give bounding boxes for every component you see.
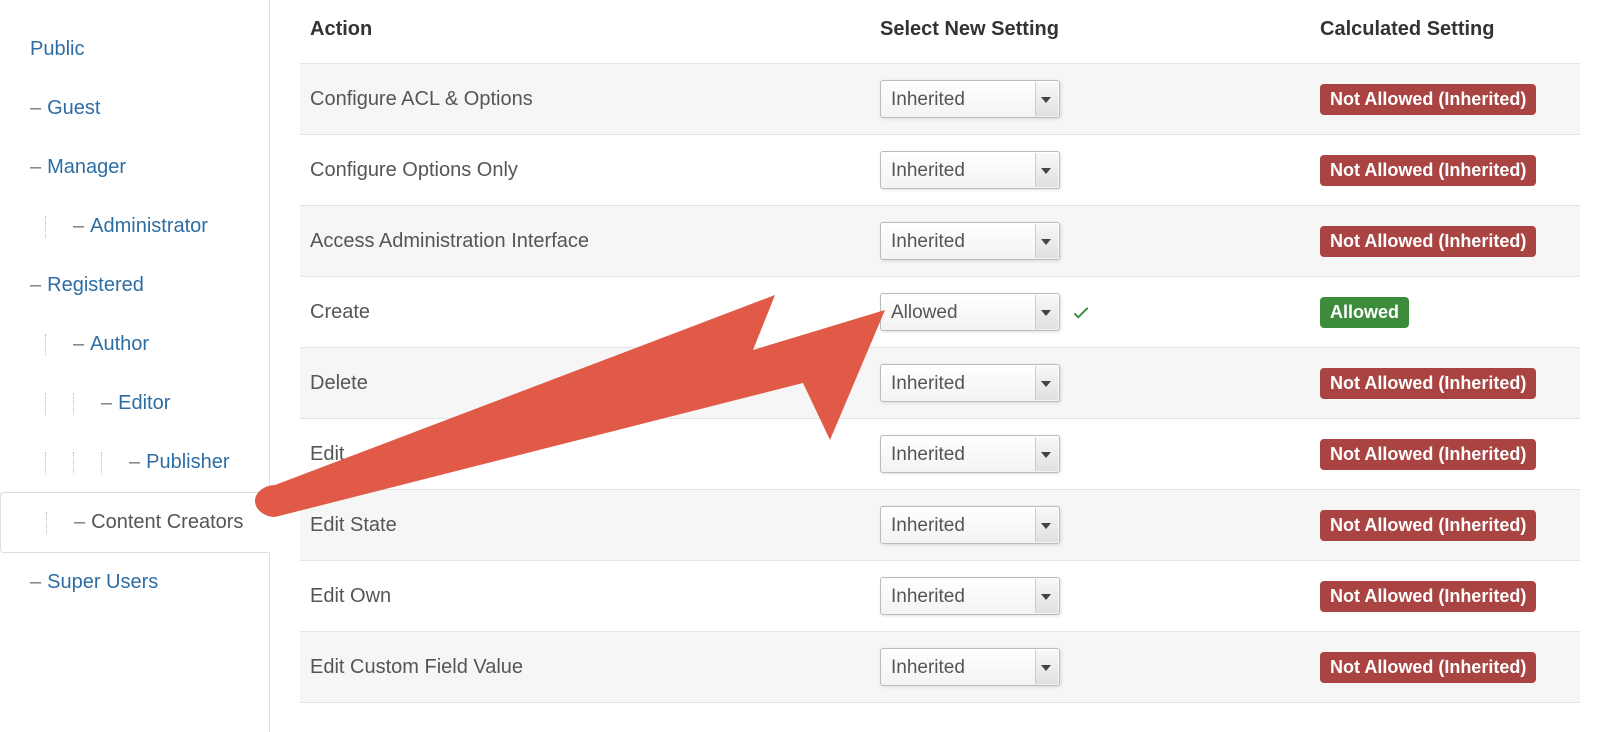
setting-cell: InheritedAllowedDenied: [870, 490, 1310, 561]
status-badge: Not Allowed (Inherited): [1320, 439, 1536, 470]
sidebar-item-public[interactable]: Public: [0, 20, 269, 79]
sidebar-item-label: Guest: [47, 97, 100, 120]
table-row: Configure ACL & Options InheritedAllowedD…: [300, 64, 1580, 135]
setting-cell: InheritedAllowedDenied: [870, 277, 1310, 348]
setting-select[interactable]: InheritedAllowedDenied: [880, 435, 1060, 473]
action-label: Edit: [300, 419, 870, 490]
sidebar-item-administrator[interactable]: –Administrator: [0, 197, 269, 256]
setting-cell: InheritedAllowedDenied: [870, 419, 1310, 490]
header-calc: Calculated Setting: [1310, 0, 1580, 64]
sidebar-item-content-creators[interactable]: –Content Creators: [0, 492, 270, 553]
table-row: Edit InheritedAllowedDenied Not Allowed (I…: [300, 419, 1580, 490]
action-label: Delete: [300, 348, 870, 419]
status-badge: Not Allowed (Inherited): [1320, 581, 1536, 612]
calculated-cell: Allowed: [1310, 277, 1580, 348]
setting-select[interactable]: InheritedAllowedDenied: [880, 577, 1060, 615]
sidebar-item-author[interactable]: –Author: [0, 315, 269, 374]
setting-select[interactable]: InheritedAllowedDenied: [880, 648, 1060, 686]
sidebar-item-manager[interactable]: –Manager: [0, 138, 269, 197]
sidebar-item-editor[interactable]: –Editor: [0, 374, 269, 433]
sidebar-item-super-users[interactable]: –Super Users: [0, 553, 269, 612]
action-label: Access Administration Interface: [300, 206, 870, 277]
status-badge: Not Allowed (Inherited): [1320, 84, 1536, 115]
setting-select[interactable]: InheritedAllowedDenied: [880, 222, 1060, 260]
action-label: Edit Custom Field Value: [300, 632, 870, 703]
table-row: Edit Own InheritedAllowedDenied Not Allowe…: [300, 561, 1580, 632]
calculated-cell: Not Allowed (Inherited): [1310, 632, 1580, 703]
calculated-cell: Not Allowed (Inherited): [1310, 490, 1580, 561]
sidebar-item-label: Publisher: [146, 451, 229, 474]
user-group-sidebar: Public –Guest–Manager–Administrator–Regis…: [0, 0, 270, 732]
permissions-panel: Action Select New Setting Calculated Set…: [270, 0, 1600, 732]
table-row: Edit Custom Field Value InheritedAllowedD…: [300, 632, 1580, 703]
status-badge: Not Allowed (Inherited): [1320, 510, 1536, 541]
setting-select[interactable]: InheritedAllowedDenied: [880, 506, 1060, 544]
calculated-cell: Not Allowed (Inherited): [1310, 64, 1580, 135]
setting-select[interactable]: InheritedAllowedDenied: [880, 293, 1060, 331]
setting-select[interactable]: InheritedAllowedDenied: [880, 364, 1060, 402]
permissions-table: Action Select New Setting Calculated Set…: [300, 0, 1580, 703]
calculated-cell: Not Allowed (Inherited): [1310, 348, 1580, 419]
setting-cell: InheritedAllowedDenied: [870, 135, 1310, 206]
sidebar-item-label: Registered: [47, 274, 144, 297]
table-row: Edit State InheritedAllowedDenied Not Allo…: [300, 490, 1580, 561]
status-badge: Not Allowed (Inherited): [1320, 226, 1536, 257]
setting-cell: InheritedAllowedDenied: [870, 64, 1310, 135]
sidebar-item-guest[interactable]: –Guest: [0, 79, 269, 138]
action-label: Create: [300, 277, 870, 348]
table-row: Access Administration Interface Inherited…: [300, 206, 1580, 277]
setting-cell: InheritedAllowedDenied: [870, 348, 1310, 419]
sidebar-item-label: Super Users: [47, 571, 158, 594]
setting-cell: InheritedAllowedDenied: [870, 632, 1310, 703]
table-row: Delete InheritedAllowedDenied Not Allowed …: [300, 348, 1580, 419]
sidebar-item-label: Content Creators: [91, 511, 243, 534]
action-label: Configure Options Only: [300, 135, 870, 206]
sidebar-item-label: Manager: [47, 156, 126, 179]
calculated-cell: Not Allowed (Inherited): [1310, 561, 1580, 632]
header-action: Action: [300, 0, 870, 64]
sidebar-item-label: Public: [30, 38, 84, 61]
calculated-cell: Not Allowed (Inherited): [1310, 135, 1580, 206]
sidebar-item-registered[interactable]: –Registered: [0, 256, 269, 315]
setting-cell: InheritedAllowedDenied: [870, 561, 1310, 632]
action-label: Edit Own: [300, 561, 870, 632]
header-setting: Select New Setting: [870, 0, 1310, 64]
calculated-cell: Not Allowed (Inherited): [1310, 206, 1580, 277]
sidebar-item-label: Author: [90, 333, 149, 356]
table-row: Create InheritedAllowedDenied Allowed: [300, 277, 1580, 348]
action-label: Edit State: [300, 490, 870, 561]
calculated-cell: Not Allowed (Inherited): [1310, 419, 1580, 490]
table-row: Configure Options Only InheritedAllowedDe…: [300, 135, 1580, 206]
status-badge: Not Allowed (Inherited): [1320, 155, 1536, 186]
setting-select[interactable]: InheritedAllowedDenied: [880, 80, 1060, 118]
check-icon: [1070, 301, 1092, 323]
action-label: Configure ACL & Options: [300, 64, 870, 135]
sidebar-item-publisher[interactable]: –Publisher: [0, 433, 269, 492]
setting-cell: InheritedAllowedDenied: [870, 206, 1310, 277]
setting-select[interactable]: InheritedAllowedDenied: [880, 151, 1060, 189]
status-badge: Not Allowed (Inherited): [1320, 652, 1536, 683]
sidebar-item-label: Editor: [118, 392, 170, 415]
status-badge: Allowed: [1320, 297, 1409, 328]
status-badge: Not Allowed (Inherited): [1320, 368, 1536, 399]
sidebar-item-label: Administrator: [90, 215, 208, 238]
